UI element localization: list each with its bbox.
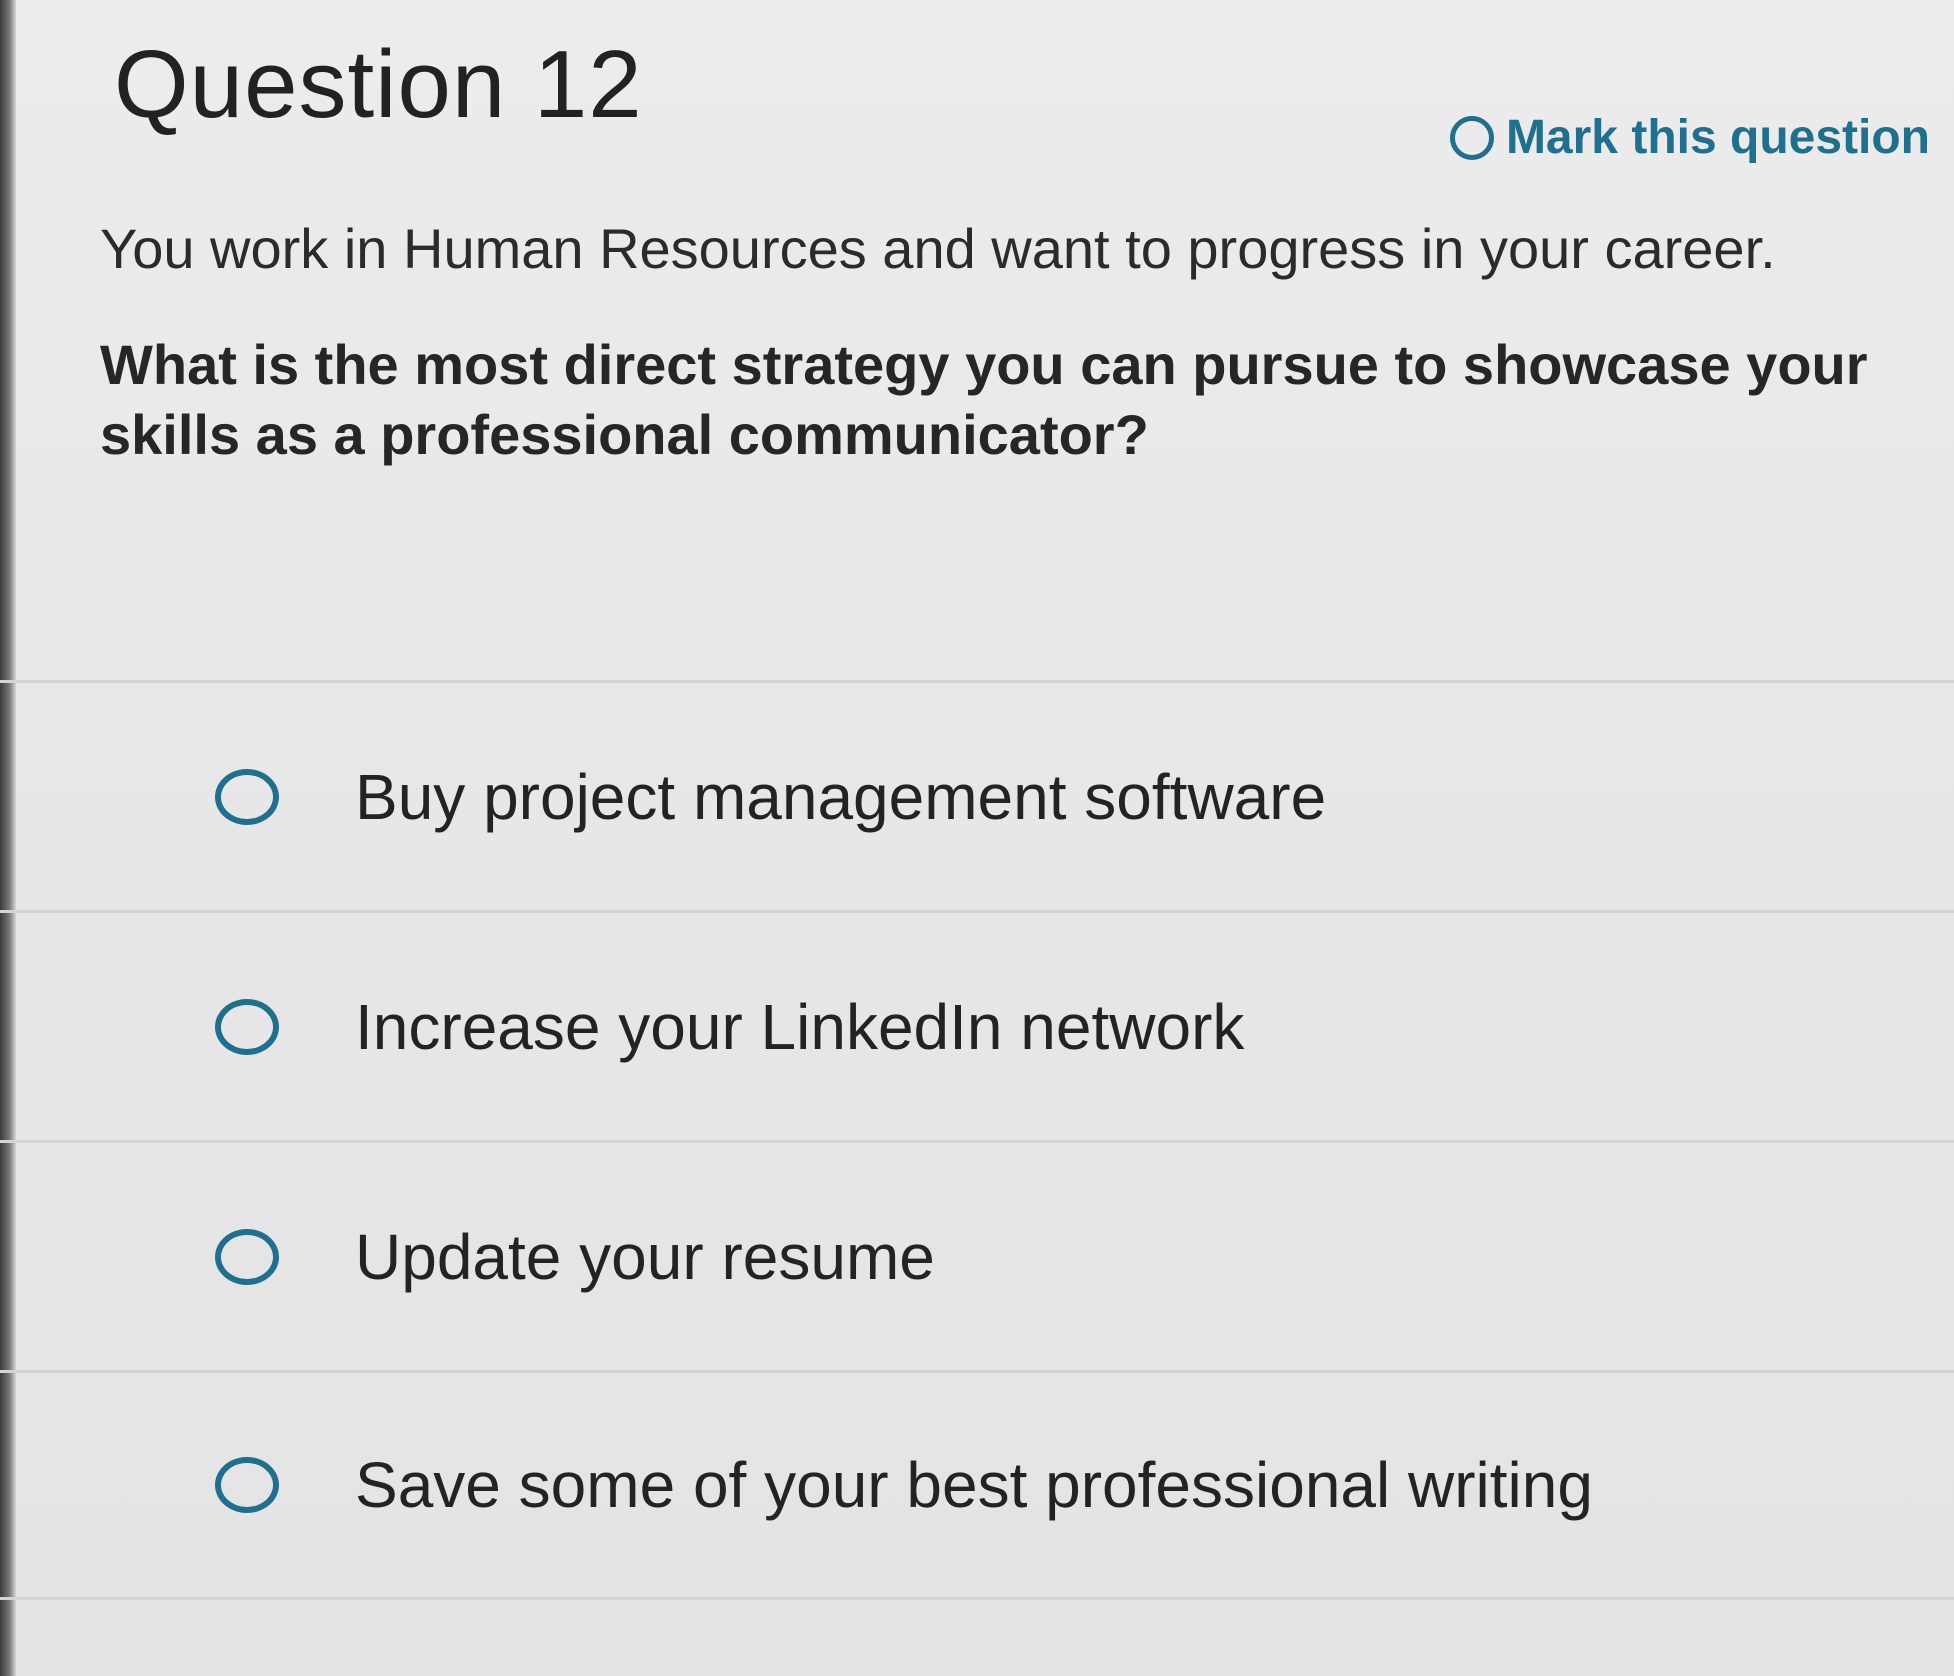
radio-circle-icon[interactable] — [215, 1228, 279, 1285]
quiz-screen: Question 12 Mark this question You work … — [0, 0, 1954, 1676]
question-context: You work in Human Resources and want to … — [100, 217, 1776, 280]
mark-question-label[interactable]: Mark this question — [1506, 110, 1930, 165]
answer-label[interactable]: Save some of your best professional writ… — [355, 1448, 1593, 1522]
radio-circle-icon[interactable] — [215, 768, 279, 825]
radio-circle-icon[interactable] — [1449, 115, 1494, 160]
radio-circle-icon[interactable] — [215, 1457, 279, 1513]
answer-list: Buy project management software Increase… — [0, 680, 1954, 1600]
answer-label[interactable]: Update your resume — [355, 1220, 935, 1294]
answer-option-4[interactable]: Save some of your best professional writ… — [0, 1370, 1954, 1600]
question-prompt: What is the most direct strategy you can… — [100, 333, 1868, 467]
answer-label[interactable]: Increase your LinkedIn network — [355, 990, 1244, 1064]
mark-question-toggle[interactable]: Mark this question — [1449, 110, 1930, 165]
question-body: You work in Human Resources and want to … — [100, 215, 1900, 470]
answer-option-3[interactable]: Update your resume — [0, 1140, 1954, 1370]
answer-option-1[interactable]: Buy project management software — [0, 680, 1954, 910]
question-title: Question 12 — [114, 31, 643, 138]
radio-circle-icon[interactable] — [215, 998, 279, 1055]
answer-option-2[interactable]: Increase your LinkedIn network — [0, 910, 1954, 1140]
answer-label[interactable]: Buy project management software — [355, 760, 1326, 834]
question-header: Question 12 Mark this question — [110, 30, 1930, 180]
